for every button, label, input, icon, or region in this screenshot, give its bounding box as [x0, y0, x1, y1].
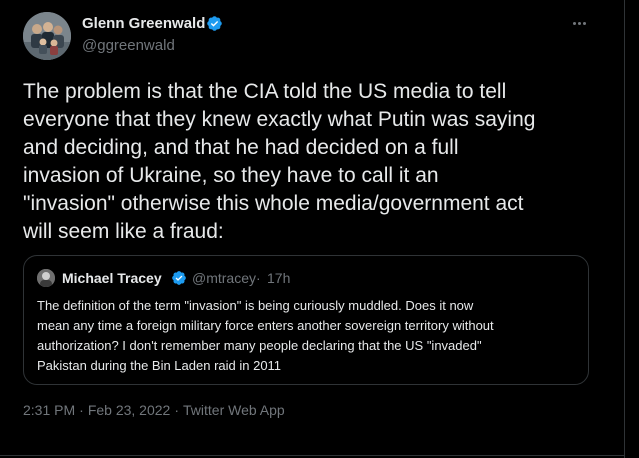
author-name[interactable]: Glenn Greenwald	[82, 15, 205, 32]
tweet-text-line: invasion of Ukraine, so they have to cal…	[23, 164, 439, 187]
right-gutter	[625, 0, 639, 458]
quoted-tweet-card[interactable]: Michael Tracey @mtracey · 17h The defini…	[23, 255, 589, 385]
tweet-text-line: everyone that they knew exactly what Put…	[23, 108, 536, 131]
quoted-text-line: The definition of the term "invasion" is…	[37, 298, 474, 313]
author-handle[interactable]: @ggreenwald	[82, 37, 175, 54]
verified-badge-icon	[172, 271, 186, 285]
tweet-text-line: and deciding, and that he had decided on…	[23, 136, 459, 159]
divider	[0, 455, 624, 456]
quoted-text-line: mean any time a foreign military force e…	[37, 318, 494, 333]
quoted-timestamp[interactable]: 17h	[267, 270, 290, 286]
quoted-text-line: Pakistan during the Bin Laden raid in 20…	[37, 358, 282, 373]
meta-separator: ·	[174, 402, 179, 418]
tweet-text-line: "invasion" otherwise this whole media/go…	[23, 192, 524, 215]
tweet-text: The problem is that the CIA told the US …	[23, 78, 615, 246]
tweet: Glenn Greenwald @ggreenwald The problem …	[0, 0, 624, 458]
quoted-separator: ·	[256, 270, 261, 286]
tweet-text-line: will seem like a fraud:	[23, 220, 224, 243]
quoted-author-avatar[interactable]	[37, 269, 55, 287]
quoted-author-name[interactable]: Michael Tracey	[62, 270, 162, 286]
more-options-icon[interactable]	[566, 12, 592, 34]
group-photo-avatar-icon	[23, 12, 71, 60]
verified-badge-icon	[207, 16, 222, 31]
tweet-meta: 2:31 PM · Feb 23, 2022 · Twitter Web App	[23, 402, 285, 418]
tweet-source-link[interactable]: Twitter Web App	[183, 402, 285, 418]
quoted-author-handle[interactable]: @mtracey	[192, 270, 256, 286]
tweet-date[interactable]: Feb 23, 2022	[88, 402, 171, 418]
quoted-tweet-text: The definition of the term "invasion" is…	[37, 296, 582, 376]
meta-separator: ·	[79, 402, 84, 418]
tweet-time[interactable]: 2:31 PM	[23, 402, 75, 418]
author-avatar[interactable]	[23, 12, 71, 60]
screen: Glenn Greenwald @ggreenwald The problem …	[0, 0, 639, 458]
person-avatar-icon	[37, 269, 55, 287]
tweet-text-line: The problem is that the CIA told the US …	[23, 80, 507, 103]
quoted-text-line: authorization? I don't remember many peo…	[37, 338, 482, 353]
